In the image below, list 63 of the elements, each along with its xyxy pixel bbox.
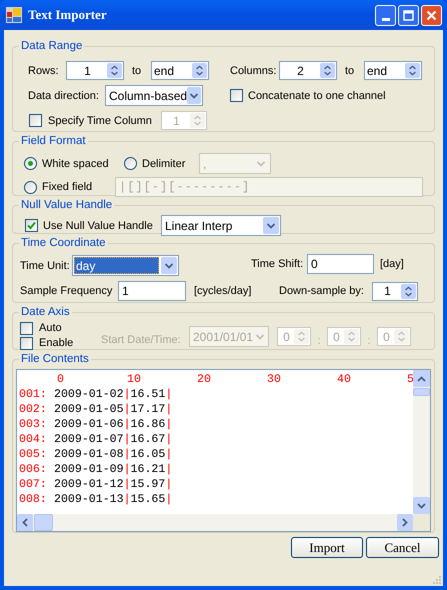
line-number: 003: [19, 417, 48, 432]
label: to [345, 64, 356, 78]
group-title: Field Format [20, 134, 87, 149]
group-title: File Contents [20, 352, 90, 367]
label: Specify Time Column [48, 114, 153, 128]
label: Columns: [230, 64, 278, 78]
label: Data direction: [28, 88, 100, 104]
label: Delimiter [142, 156, 186, 172]
line-number: 008: [19, 492, 48, 508]
file-line: 2009-01-02|16.51| [54, 387, 172, 402]
ruler-label: 5 [407, 372, 413, 388]
ruler-label: 20 [197, 372, 212, 388]
label: [cycles/day] [194, 284, 252, 299]
number-spinner[interactable]: end [151, 61, 209, 80]
label: Time Shift: [251, 256, 304, 272]
line-number: 006: [19, 462, 48, 478]
ruler-label: 30 [267, 372, 282, 388]
line-number: 005: [19, 447, 48, 462]
file-line: 2009-01-09|16.21| [54, 462, 172, 478]
label: Auto [39, 321, 62, 336]
line-number: 001: [19, 387, 48, 402]
input-field[interactable]: 0 [307, 254, 374, 274]
ruler-label: 40 [337, 372, 352, 388]
label: Time Unit: [20, 259, 71, 274]
file-line: 2009-01-13|15.65| [54, 492, 172, 508]
label: Fixed field [42, 180, 94, 195]
file-line: 2009-01-12|15.97| [54, 477, 172, 492]
file-line: 2009-01-05|17.17| [54, 402, 172, 418]
number-spinner[interactable]: 1 [66, 61, 124, 80]
label: to [132, 64, 142, 78]
label: Use Null Value Handle [43, 218, 154, 234]
line-number: 004: [19, 432, 48, 448]
label: Enable [39, 336, 74, 351]
dialog-button[interactable]: Import [291, 537, 363, 558]
dropdown[interactable]: Column-based [105, 85, 203, 106]
dialog-button[interactable]: Cancel [366, 537, 439, 558]
label: Rows: [28, 64, 60, 78]
number-spinner[interactable]: end [364, 61, 422, 80]
label: : [366, 334, 372, 348]
group-title: Null Value Handle [20, 198, 114, 213]
group-title: Data Range [20, 39, 84, 54]
number-spinner[interactable]: 2 [279, 61, 337, 80]
ruler-label: 10 [127, 372, 142, 388]
line-number: 007: [19, 477, 48, 492]
label: : [316, 334, 322, 348]
file-line: 2009-01-08|16.05| [54, 447, 172, 462]
dropdown[interactable]: day [72, 255, 179, 276]
group-title: Date Axis [20, 305, 71, 320]
dropdown[interactable]: Linear Interp [161, 215, 281, 236]
label: White spaced [42, 156, 110, 172]
number-spinner[interactable]: 1 [372, 282, 418, 301]
group-title: Time Coordinate [20, 236, 107, 251]
file-line: 2009-01-07|16.67| [54, 432, 172, 448]
label: Down-sample by: [279, 284, 365, 299]
label: Sample Frequency [20, 284, 114, 299]
file-line: 2009-01-06|16.86| [54, 417, 172, 432]
label: Start Date/Time: [101, 332, 182, 348]
window-title: Text Importer [28, 6, 107, 24]
ruler-label: 0 [57, 372, 65, 388]
label: [day] [380, 256, 404, 272]
label: Concatenate to one channel [248, 88, 386, 104]
line-number: 002: [19, 402, 48, 418]
input-field[interactable]: 1 [118, 281, 186, 302]
